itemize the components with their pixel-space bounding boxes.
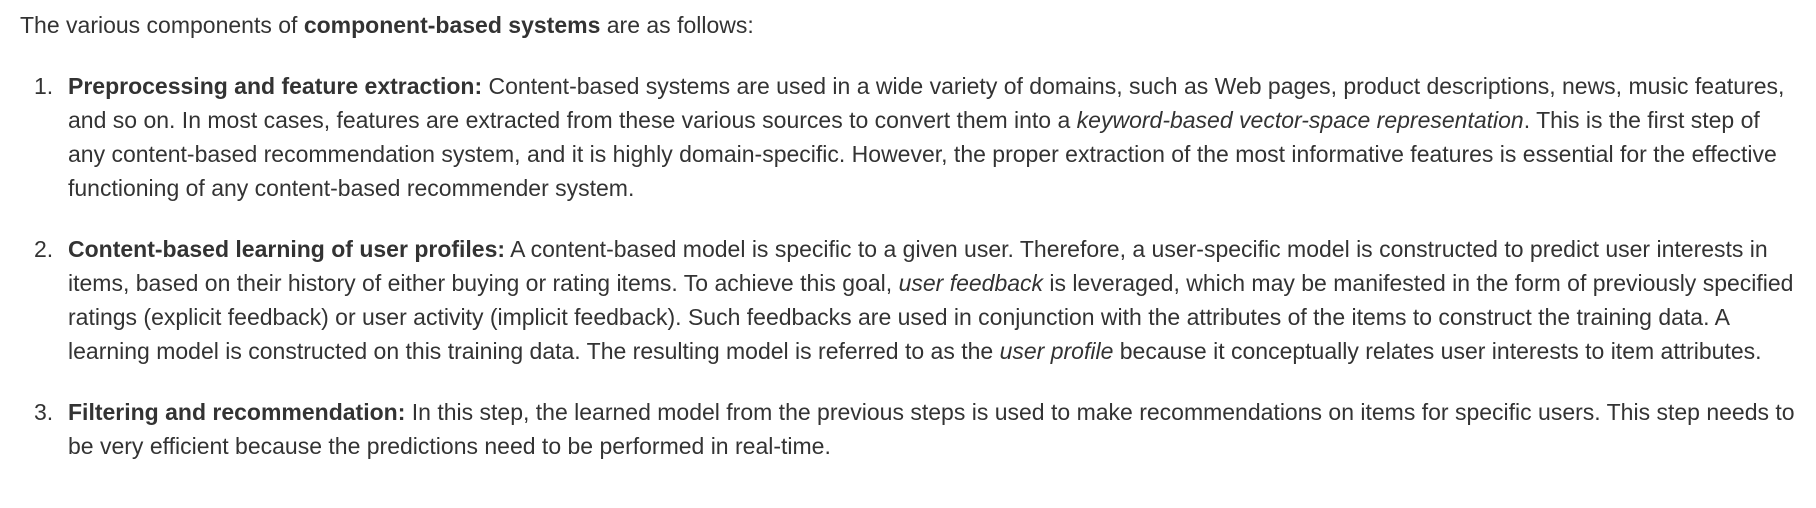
list-item-title: Filtering and recommendation: [68, 399, 406, 425]
intro-bold-term: component-based systems [303, 12, 601, 38]
list-item-title: Content-based learning of user profiles: [68, 236, 506, 262]
components-list: 1. Preprocessing and feature extraction: … [20, 69, 1796, 463]
intro-suffix: are as follows: [600, 12, 754, 38]
list-item-emphasis: keyword-based vector-space representatio… [1076, 107, 1524, 133]
list-item-user-profiles: 2. Content-based learning of user profile… [34, 232, 1796, 368]
document-body: The various components of component-base… [0, 0, 1816, 463]
intro-prefix: The various components of [20, 12, 304, 38]
list-item-emphasis: user profile [999, 338, 1114, 364]
list-item-number: 2. [34, 236, 54, 262]
list-item-text: because it conceptually relates user int… [1113, 338, 1762, 364]
list-item-number: 1. [34, 73, 54, 99]
list-item-number: 3. [34, 399, 54, 425]
list-item-preprocessing: 1. Preprocessing and feature extraction: … [34, 69, 1796, 205]
list-item-filtering: 3. Filtering and recommendation: In this … [34, 395, 1796, 463]
list-item-emphasis: user feedback [898, 270, 1044, 296]
intro-paragraph: The various components of component-base… [20, 8, 1796, 42]
list-item-title: Preprocessing and feature extraction: [68, 73, 483, 99]
